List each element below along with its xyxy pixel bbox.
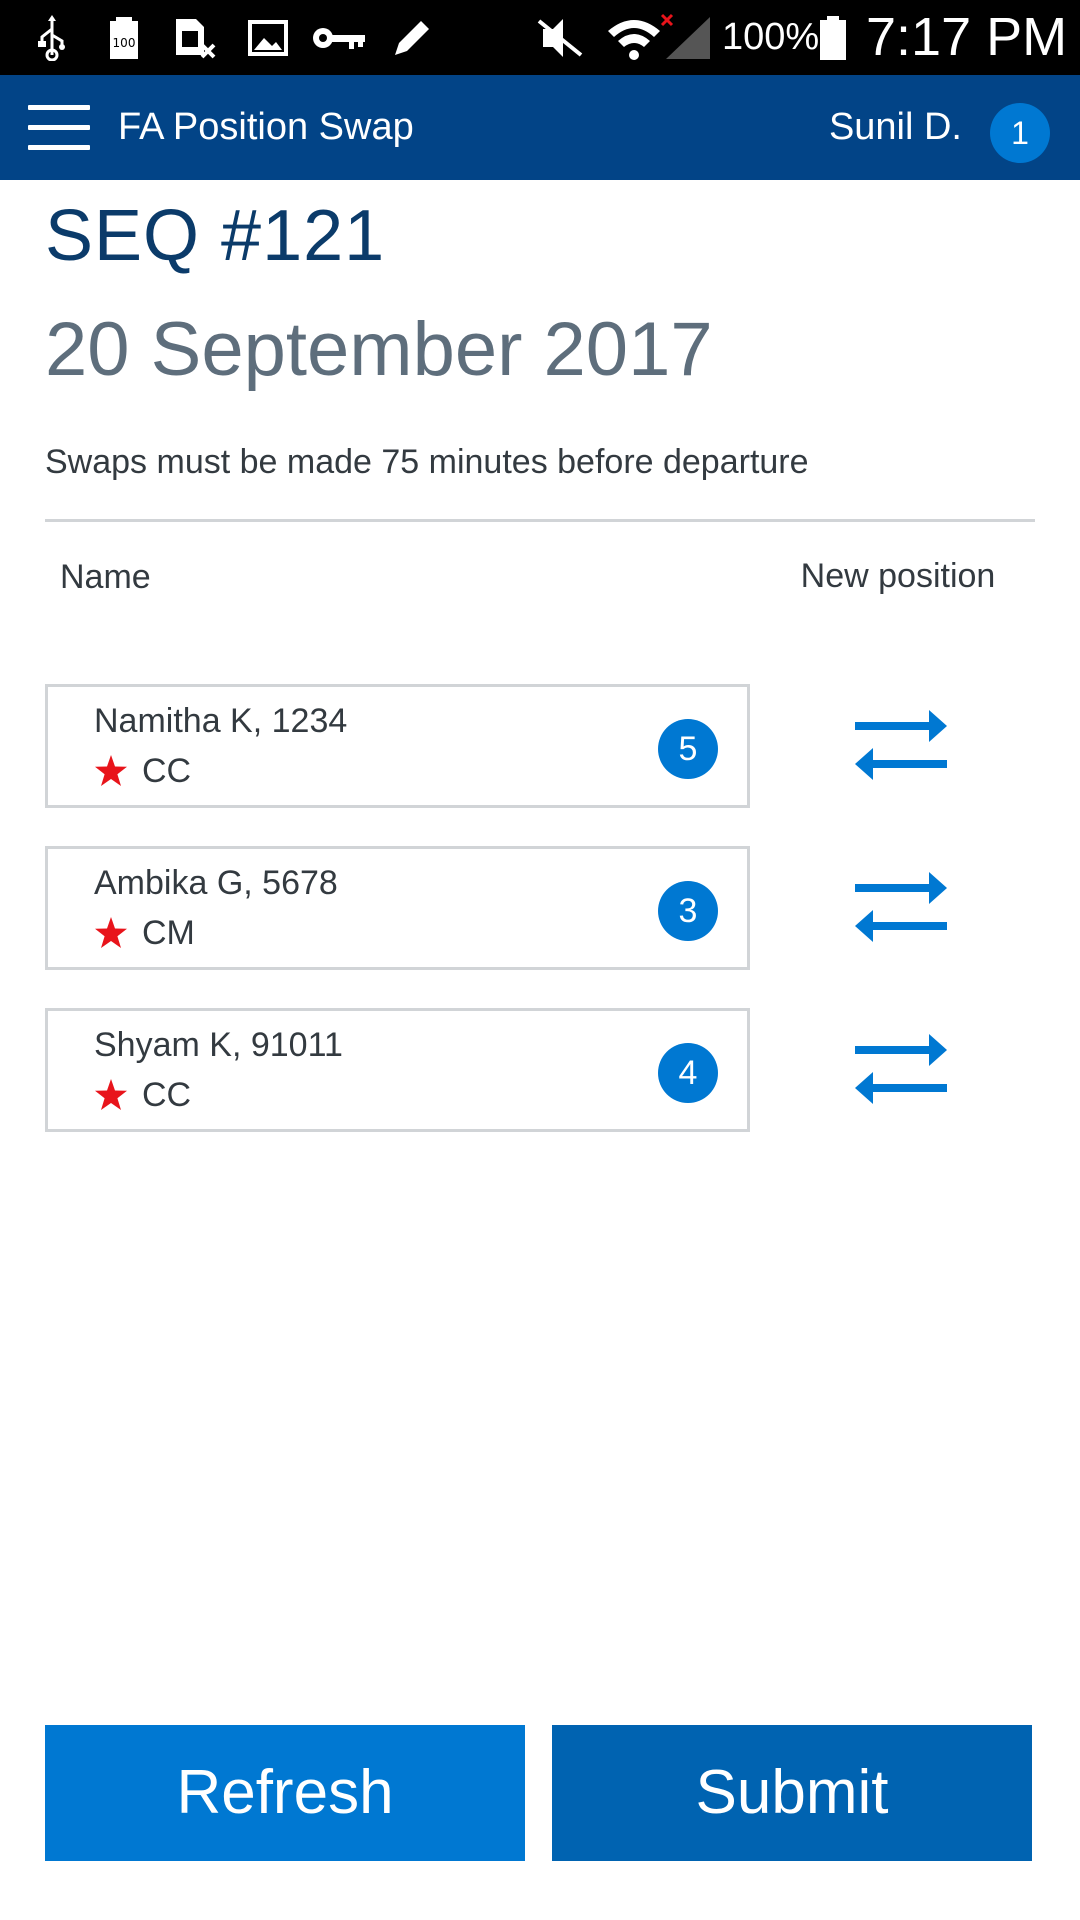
- refresh-button[interactable]: Refresh: [45, 1725, 525, 1861]
- column-header-name: Name: [60, 558, 151, 596]
- crew-card[interactable]: Namitha K, 1234 CC 5: [45, 684, 750, 808]
- crew-row: Ambika G, 5678 CM 3: [45, 846, 1035, 970]
- sequence-title: SEQ #121: [45, 196, 386, 276]
- star-icon: [95, 755, 127, 786]
- status-bar: 100 100% 7:17 PM: [0, 0, 1080, 75]
- menu-icon[interactable]: [28, 105, 90, 151]
- wifi-icon: [604, 14, 664, 62]
- notification-badge[interactable]: 1: [990, 103, 1050, 163]
- usb-icon: [30, 14, 74, 62]
- position-badge: 4: [658, 1043, 718, 1103]
- app-bar: FA Position Swap Sunil D. 1: [0, 75, 1080, 180]
- clock: 7:17 PM: [866, 7, 1068, 67]
- crew-row: Namitha K, 1234 CC 5: [45, 684, 1035, 808]
- submit-button[interactable]: Submit: [552, 1725, 1032, 1861]
- battery-100-icon: 100: [106, 14, 142, 62]
- role-label: CC: [142, 1076, 192, 1114]
- position-badge: 3: [658, 881, 718, 941]
- crew-card[interactable]: Ambika G, 5678 CM 3: [45, 846, 750, 970]
- pencil-icon: [388, 14, 436, 62]
- crew-role: CM: [94, 911, 195, 955]
- mute-icon: [534, 14, 586, 62]
- sequence-date: 20 September 2017: [45, 307, 713, 392]
- swap-deadline-note: Swaps must be made 75 minutes before dep…: [45, 443, 809, 481]
- column-header-new-position: New position: [800, 557, 996, 595]
- star-icon: [95, 917, 127, 948]
- key-icon: [310, 14, 368, 62]
- signal-no-service-icon: [660, 13, 716, 62]
- swap-arrows-icon[interactable]: [853, 870, 949, 944]
- crew-card[interactable]: Shyam K, 91011 CC 4: [45, 1008, 750, 1132]
- crew-name: Shyam K, 91011: [94, 1026, 343, 1064]
- battery-percent: 100%: [722, 16, 820, 58]
- crew-name: Ambika G, 5678: [94, 864, 338, 902]
- crew-list: Namitha K, 1234 CC 5 Ambika G, 5678 CM 3: [45, 684, 1035, 1170]
- crew-role: CC: [94, 749, 191, 793]
- user-name[interactable]: Sunil D.: [829, 99, 962, 155]
- position-badge: 5: [658, 719, 718, 779]
- crew-name: Namitha K, 1234: [94, 702, 348, 740]
- role-label: CC: [142, 752, 192, 790]
- sim-card-x-icon: [172, 14, 218, 62]
- crew-row: Shyam K, 91011 CC 4: [45, 1008, 1035, 1132]
- star-icon: [95, 1079, 127, 1110]
- crew-role: CC: [94, 1073, 191, 1117]
- image-icon: [246, 14, 290, 62]
- battery-icon: [816, 14, 850, 62]
- svg-text:100: 100: [113, 36, 136, 50]
- app-title: FA Position Swap: [118, 106, 414, 148]
- divider: [45, 519, 1035, 522]
- swap-arrows-icon[interactable]: [853, 708, 949, 782]
- swap-arrows-icon[interactable]: [853, 1032, 949, 1106]
- role-label: CM: [142, 914, 195, 952]
